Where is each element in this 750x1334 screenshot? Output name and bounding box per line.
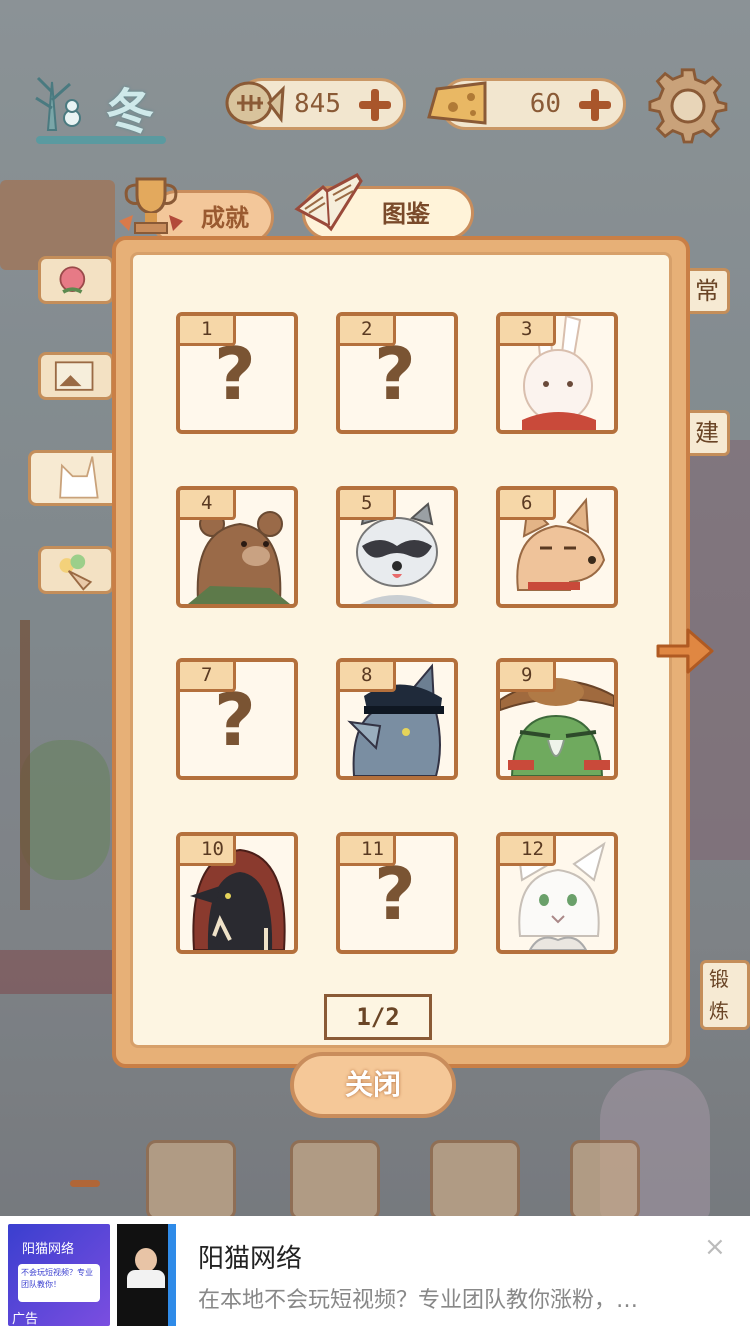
card-number: 11 [340, 836, 396, 866]
cheese-icon [427, 81, 487, 125]
season-indicator: 冬 [14, 62, 174, 144]
side-label-build-text: 建 [695, 419, 719, 447]
top-bar: 冬 845 60 [0, 62, 750, 152]
trophy-dock-icon[interactable] [570, 1140, 640, 1220]
character-card-10[interactable]: 10 [176, 832, 298, 954]
fish-bone-icon [225, 81, 285, 125]
card-number: 3 [500, 316, 556, 346]
card-number: 10 [180, 836, 236, 866]
card-number: 6 [500, 490, 556, 520]
rose-icon [59, 266, 86, 294]
presenter-body-icon [127, 1270, 165, 1288]
ad-thumb-title: 阳猫网络 [22, 1242, 75, 1257]
character-card-2[interactable]: ? 2 [336, 312, 458, 434]
cat-head-icon [59, 456, 99, 499]
fish-count: 845 [294, 89, 341, 119]
ad-thumb-text: 不会玩短视频？专业团队教你！ [18, 1264, 100, 1302]
fish-currency: 845 [225, 78, 406, 130]
trophy-icon [119, 177, 183, 234]
character-card-1[interactable]: ? 1 [176, 312, 298, 434]
character-card-8[interactable]: 8 [336, 658, 458, 780]
card-number: 7 [180, 662, 236, 692]
character-card-7[interactable]: ? 7 [176, 658, 298, 780]
character-card-3[interactable]: 3 [496, 312, 618, 434]
side-label-exercise[interactable]: 锻炼 今天 [700, 960, 750, 1030]
presenter-head-icon [135, 1248, 157, 1272]
side-tab-rose[interactable] [38, 256, 114, 304]
cheese-currency: 60 [427, 78, 626, 130]
ad-thumbnail-brand: 阳猫网络 不会玩短视频？专业团队教你！ 广告 [8, 1224, 110, 1326]
card-number: 8 [340, 662, 396, 692]
character-card-6[interactable]: 6 [496, 486, 618, 608]
card-number: 2 [340, 316, 396, 346]
side-label-daily[interactable]: 常 [684, 268, 730, 314]
close-button[interactable]: 关闭 [290, 1052, 456, 1118]
ad-description: 在本地不会玩短视频？专业团队教你涨粉，… [198, 1288, 639, 1313]
card-number: 5 [340, 490, 396, 520]
add-cheese-button[interactable] [577, 87, 613, 123]
season-progress-bar [36, 136, 166, 144]
season-label: 冬 [106, 84, 155, 140]
card-number: 9 [500, 662, 556, 692]
basket-icon[interactable] [430, 1140, 520, 1220]
card-number: 4 [180, 490, 236, 520]
tab-codex[interactable]: 图鉴 [294, 173, 474, 240]
side-label-build[interactable]: 建 [684, 410, 730, 456]
side-tab-bouquet[interactable] [38, 546, 114, 594]
side-label-daily-text: 常 [695, 277, 719, 305]
character-card-11[interactable]: ? 11 [336, 832, 458, 954]
ad-thumbnail-video [114, 1224, 176, 1326]
character-card-5[interactable]: 5 [336, 486, 458, 608]
minus-icon[interactable] [70, 1180, 100, 1187]
ad-title: 阳猫网络 [198, 1244, 303, 1274]
character-card-12[interactable]: 12 [496, 832, 618, 954]
add-fish-button[interactable] [357, 87, 393, 123]
open-book-icon [294, 173, 363, 232]
card-number: 1 [180, 316, 236, 346]
cheese-count: 60 [529, 89, 561, 119]
character-card-4[interactable]: 4 [176, 486, 298, 608]
ad-close-icon[interactable]: × [704, 1232, 726, 1262]
page-indicator: 1/2 [324, 994, 432, 1040]
settings-gear-icon[interactable] [648, 66, 728, 146]
side-tab-photo[interactable] [38, 352, 114, 400]
snow-tree-icon [35, 76, 81, 131]
arrow-right-icon[interactable] [654, 620, 716, 682]
ad-banner[interactable]: 阳猫网络 不会玩短视频？专业团队教你！ 广告 阳猫网络 在本地不会玩短视频？专业… [0, 1216, 750, 1334]
window-icon[interactable] [146, 1140, 236, 1220]
ad-tag: 广告 [12, 1312, 39, 1326]
character-grid: ? 1 ? 2 3 4 5 6 ? 7 8 9 10 ? 11 12 [176, 312, 620, 956]
market-stall-icon[interactable] [290, 1140, 380, 1220]
game-scene: 冬 845 60 常 建 锻炼 成就 图鉴 ? 1 ? 2 3 4 5 6 ? … [0, 0, 750, 1334]
photo-icon [54, 361, 94, 391]
bouquet-icon [59, 554, 93, 591]
card-number: 12 [500, 836, 556, 866]
side-label-exercise-text: 锻炼 [709, 967, 729, 1023]
character-card-9[interactable]: 9 [496, 658, 618, 780]
bottom-dock [0, 1140, 750, 1220]
side-label-today-text: 今天 [709, 1027, 747, 1030]
